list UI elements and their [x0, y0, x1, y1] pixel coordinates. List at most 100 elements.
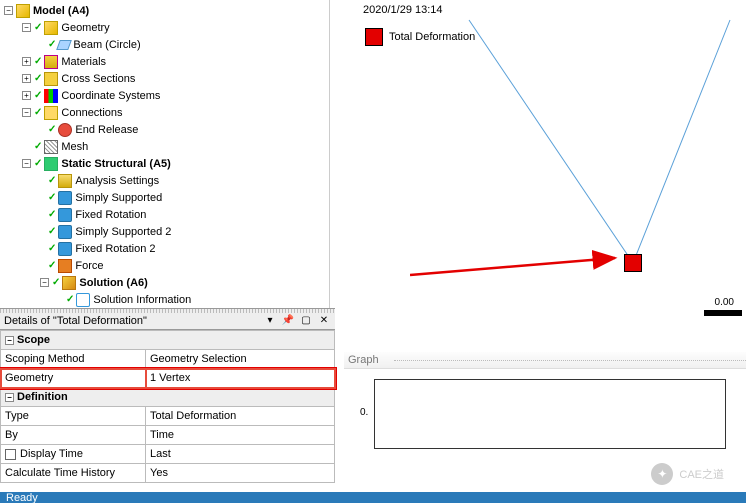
- prop-key: Calculate Time History: [1, 464, 146, 483]
- tree-label: Geometry: [61, 22, 109, 34]
- tree-item-materials[interactable]: + ✓ Materials: [0, 53, 329, 70]
- tree-item-solution-info[interactable]: ✓ Solution Information: [0, 291, 329, 308]
- annotation-arrow: [410, 225, 630, 285]
- row-by[interactable]: By Time: [1, 426, 335, 445]
- collapse-icon[interactable]: −: [22, 159, 31, 168]
- tree-item-mesh[interactable]: ✓ Mesh: [0, 138, 329, 155]
- prop-key: Display Time: [20, 448, 83, 460]
- tree-item-cross-sections[interactable]: + ✓ Cross Sections: [0, 70, 329, 87]
- tree-item-static-structural[interactable]: − ✓ Static Structural (A5): [0, 155, 329, 172]
- expand-icon[interactable]: +: [22, 74, 31, 83]
- tree-label: Coordinate Systems: [61, 90, 160, 102]
- tree-item-simply-supported-2[interactable]: ✓ Simply Supported 2: [0, 223, 329, 240]
- materials-icon: [44, 55, 58, 69]
- check-icon: ✓: [48, 175, 56, 186]
- connections-icon: [44, 106, 58, 120]
- prop-key: By: [1, 426, 146, 445]
- category-scope[interactable]: −Scope: [1, 331, 335, 350]
- tree-label: Simply Supported: [75, 192, 162, 204]
- prop-key: Geometry: [1, 369, 146, 388]
- row-calc-time-history[interactable]: Calculate Time History Yes: [1, 464, 335, 483]
- tree-item-coordinate-systems[interactable]: + ✓ Coordinate Systems: [0, 87, 329, 104]
- expand-icon[interactable]: +: [22, 91, 31, 100]
- maximize-icon[interactable]: ▢: [299, 314, 313, 328]
- tree-item-model[interactable]: − Model (A4): [0, 2, 329, 19]
- check-icon: ✓: [48, 192, 56, 203]
- prop-value[interactable]: Total Deformation: [146, 407, 335, 426]
- row-display-time[interactable]: Display Time Last: [1, 445, 335, 464]
- tree-item-analysis-settings[interactable]: ✓ Analysis Settings: [0, 172, 329, 189]
- check-icon: ✓: [48, 260, 56, 271]
- graph-plot-area[interactable]: [374, 379, 726, 449]
- tree-item-end-release[interactable]: ✓ End Release: [0, 121, 329, 138]
- collapse-icon[interactable]: −: [40, 278, 49, 287]
- prop-value[interactable]: Last: [146, 445, 335, 464]
- graph-title: Graph: [344, 352, 746, 369]
- tree-item-beam[interactable]: ✓ Beam (Circle): [0, 36, 329, 53]
- check-icon: ✓: [48, 226, 56, 237]
- tree-label: Fixed Rotation 2: [75, 243, 155, 255]
- prop-value[interactable]: Yes: [146, 464, 335, 483]
- support-icon: [58, 225, 72, 239]
- tree-label: Analysis Settings: [75, 175, 159, 187]
- tree-item-fixed-rotation[interactable]: ✓ Fixed Rotation: [0, 206, 329, 223]
- tree-label: Materials: [61, 56, 106, 68]
- category-definition[interactable]: −Definition: [1, 388, 335, 407]
- end-release-icon: [58, 123, 72, 137]
- prop-key: Scoping Method: [1, 350, 146, 369]
- graph-panel: Graph 0.: [344, 352, 746, 477]
- details-panel: Details of "Total Deformation" ▾ 📌 ▢ ✕ −…: [0, 308, 335, 503]
- tree-label: Static Structural (A5): [61, 158, 170, 170]
- tree-label: Model (A4): [33, 5, 89, 17]
- info-icon: [76, 293, 90, 307]
- details-header: Details of "Total Deformation" ▾ 📌 ▢ ✕: [0, 308, 335, 330]
- checkbox[interactable]: [5, 449, 16, 460]
- solution-icon: [62, 276, 76, 290]
- dropdown-icon[interactable]: ▾: [263, 314, 277, 328]
- prop-value[interactable]: Geometry Selection: [146, 350, 335, 369]
- graph-y-label: 0.: [360, 407, 368, 418]
- scale-bar: [704, 310, 742, 316]
- check-icon: ✓: [34, 107, 42, 118]
- details-grid: −Scope Scoping Method Geometry Selection…: [0, 330, 335, 483]
- tree-label: Cross Sections: [61, 73, 135, 85]
- prop-key: Type: [1, 407, 146, 426]
- wechat-icon: ✦: [651, 463, 673, 485]
- force-icon: [58, 259, 72, 273]
- details-title: Details of "Total Deformation": [4, 315, 147, 327]
- support-icon: [58, 208, 72, 222]
- tree-item-force[interactable]: ✓ Force: [0, 257, 329, 274]
- graphics-viewport[interactable]: 2020/1/29 13:14 Total Deformation 0.00: [335, 0, 746, 345]
- expand-icon[interactable]: +: [22, 57, 31, 66]
- tree-item-solution[interactable]: − ✓ Solution (A6): [0, 274, 329, 291]
- tree-label: Mesh: [61, 141, 88, 153]
- prop-value[interactable]: 1 Vertex: [146, 369, 335, 388]
- tree-label: Solution (A6): [79, 277, 147, 289]
- tree-label: Simply Supported 2: [75, 226, 171, 238]
- tree-item-geometry[interactable]: − ✓ Geometry: [0, 19, 329, 36]
- check-icon: ✓: [52, 277, 60, 288]
- row-type[interactable]: Type Total Deformation: [1, 407, 335, 426]
- prop-value[interactable]: Time: [146, 426, 335, 445]
- tree-label: Fixed Rotation: [75, 209, 146, 221]
- static-icon: [44, 157, 58, 171]
- tree-item-simply-supported[interactable]: ✓ Simply Supported: [0, 189, 329, 206]
- geometry-icon: [44, 21, 58, 35]
- row-geometry[interactable]: Geometry 1 Vertex: [1, 369, 335, 388]
- pin-icon[interactable]: 📌: [281, 314, 295, 328]
- model-icon: [16, 4, 30, 18]
- beam-icon: [57, 40, 73, 50]
- close-icon[interactable]: ✕: [317, 314, 331, 328]
- check-icon: ✓: [48, 124, 56, 135]
- tree-label: Force: [75, 260, 103, 272]
- tree-label: End Release: [75, 124, 138, 136]
- support-icon: [58, 242, 72, 256]
- collapse-icon[interactable]: −: [4, 6, 13, 15]
- check-icon: ✓: [48, 209, 56, 220]
- tree-item-fixed-rotation-2[interactable]: ✓ Fixed Rotation 2: [0, 240, 329, 257]
- row-scoping-method[interactable]: Scoping Method Geometry Selection: [1, 350, 335, 369]
- collapse-icon[interactable]: −: [22, 108, 31, 117]
- check-icon: ✓: [34, 90, 42, 101]
- collapse-icon[interactable]: −: [22, 23, 31, 32]
- tree-item-connections[interactable]: − ✓ Connections: [0, 104, 329, 121]
